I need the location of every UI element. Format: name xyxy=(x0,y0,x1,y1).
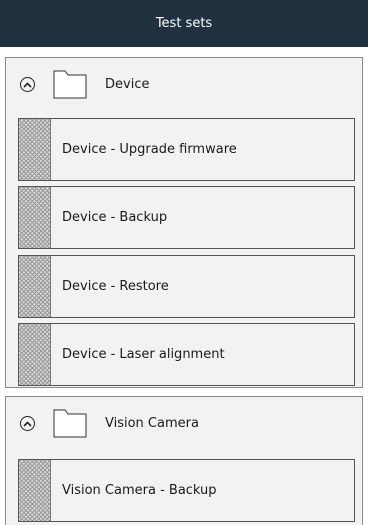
test-sets-panel: Test sets Device Device - Upgrade firmwa… xyxy=(0,0,368,525)
test-set-pattern-icon xyxy=(19,324,51,385)
chevron-up-circle-icon[interactable] xyxy=(20,416,35,431)
test-set-pattern-icon xyxy=(19,119,51,180)
folder-icon xyxy=(53,69,87,99)
list-item[interactable]: Device - Laser alignment xyxy=(18,323,355,386)
list-item[interactable]: Device - Upgrade firmware xyxy=(18,118,355,181)
panel-title: Test sets xyxy=(155,16,213,31)
list-item-label: Device - Backup xyxy=(62,210,168,225)
panel-header: Test sets xyxy=(0,0,368,47)
group-device: Device Device - Upgrade firmware Device … xyxy=(5,57,363,388)
group-label: Vision Camera xyxy=(105,416,199,431)
list-item-label: Vision Camera - Backup xyxy=(62,483,217,498)
list-item-label: Device - Upgrade firmware xyxy=(62,142,237,157)
chevron-up-circle-icon[interactable] xyxy=(20,77,35,92)
list-item[interactable]: Device - Backup xyxy=(18,186,355,249)
list-item[interactable]: Device - Restore xyxy=(18,255,355,318)
test-set-pattern-icon xyxy=(19,256,51,317)
test-set-pattern-icon xyxy=(19,460,51,521)
list-item[interactable]: Vision Camera - Backup xyxy=(18,459,355,522)
group-vision-camera: Vision Camera Vision Camera - Backup xyxy=(5,396,363,525)
group-header[interactable]: Vision Camera xyxy=(6,397,362,452)
list-item-label: Device - Restore xyxy=(62,279,169,294)
group-label: Device xyxy=(105,77,150,92)
list-item-label: Device - Laser alignment xyxy=(62,347,225,362)
test-set-pattern-icon xyxy=(19,187,51,248)
group-header[interactable]: Device xyxy=(6,58,362,113)
folder-icon xyxy=(53,408,87,438)
